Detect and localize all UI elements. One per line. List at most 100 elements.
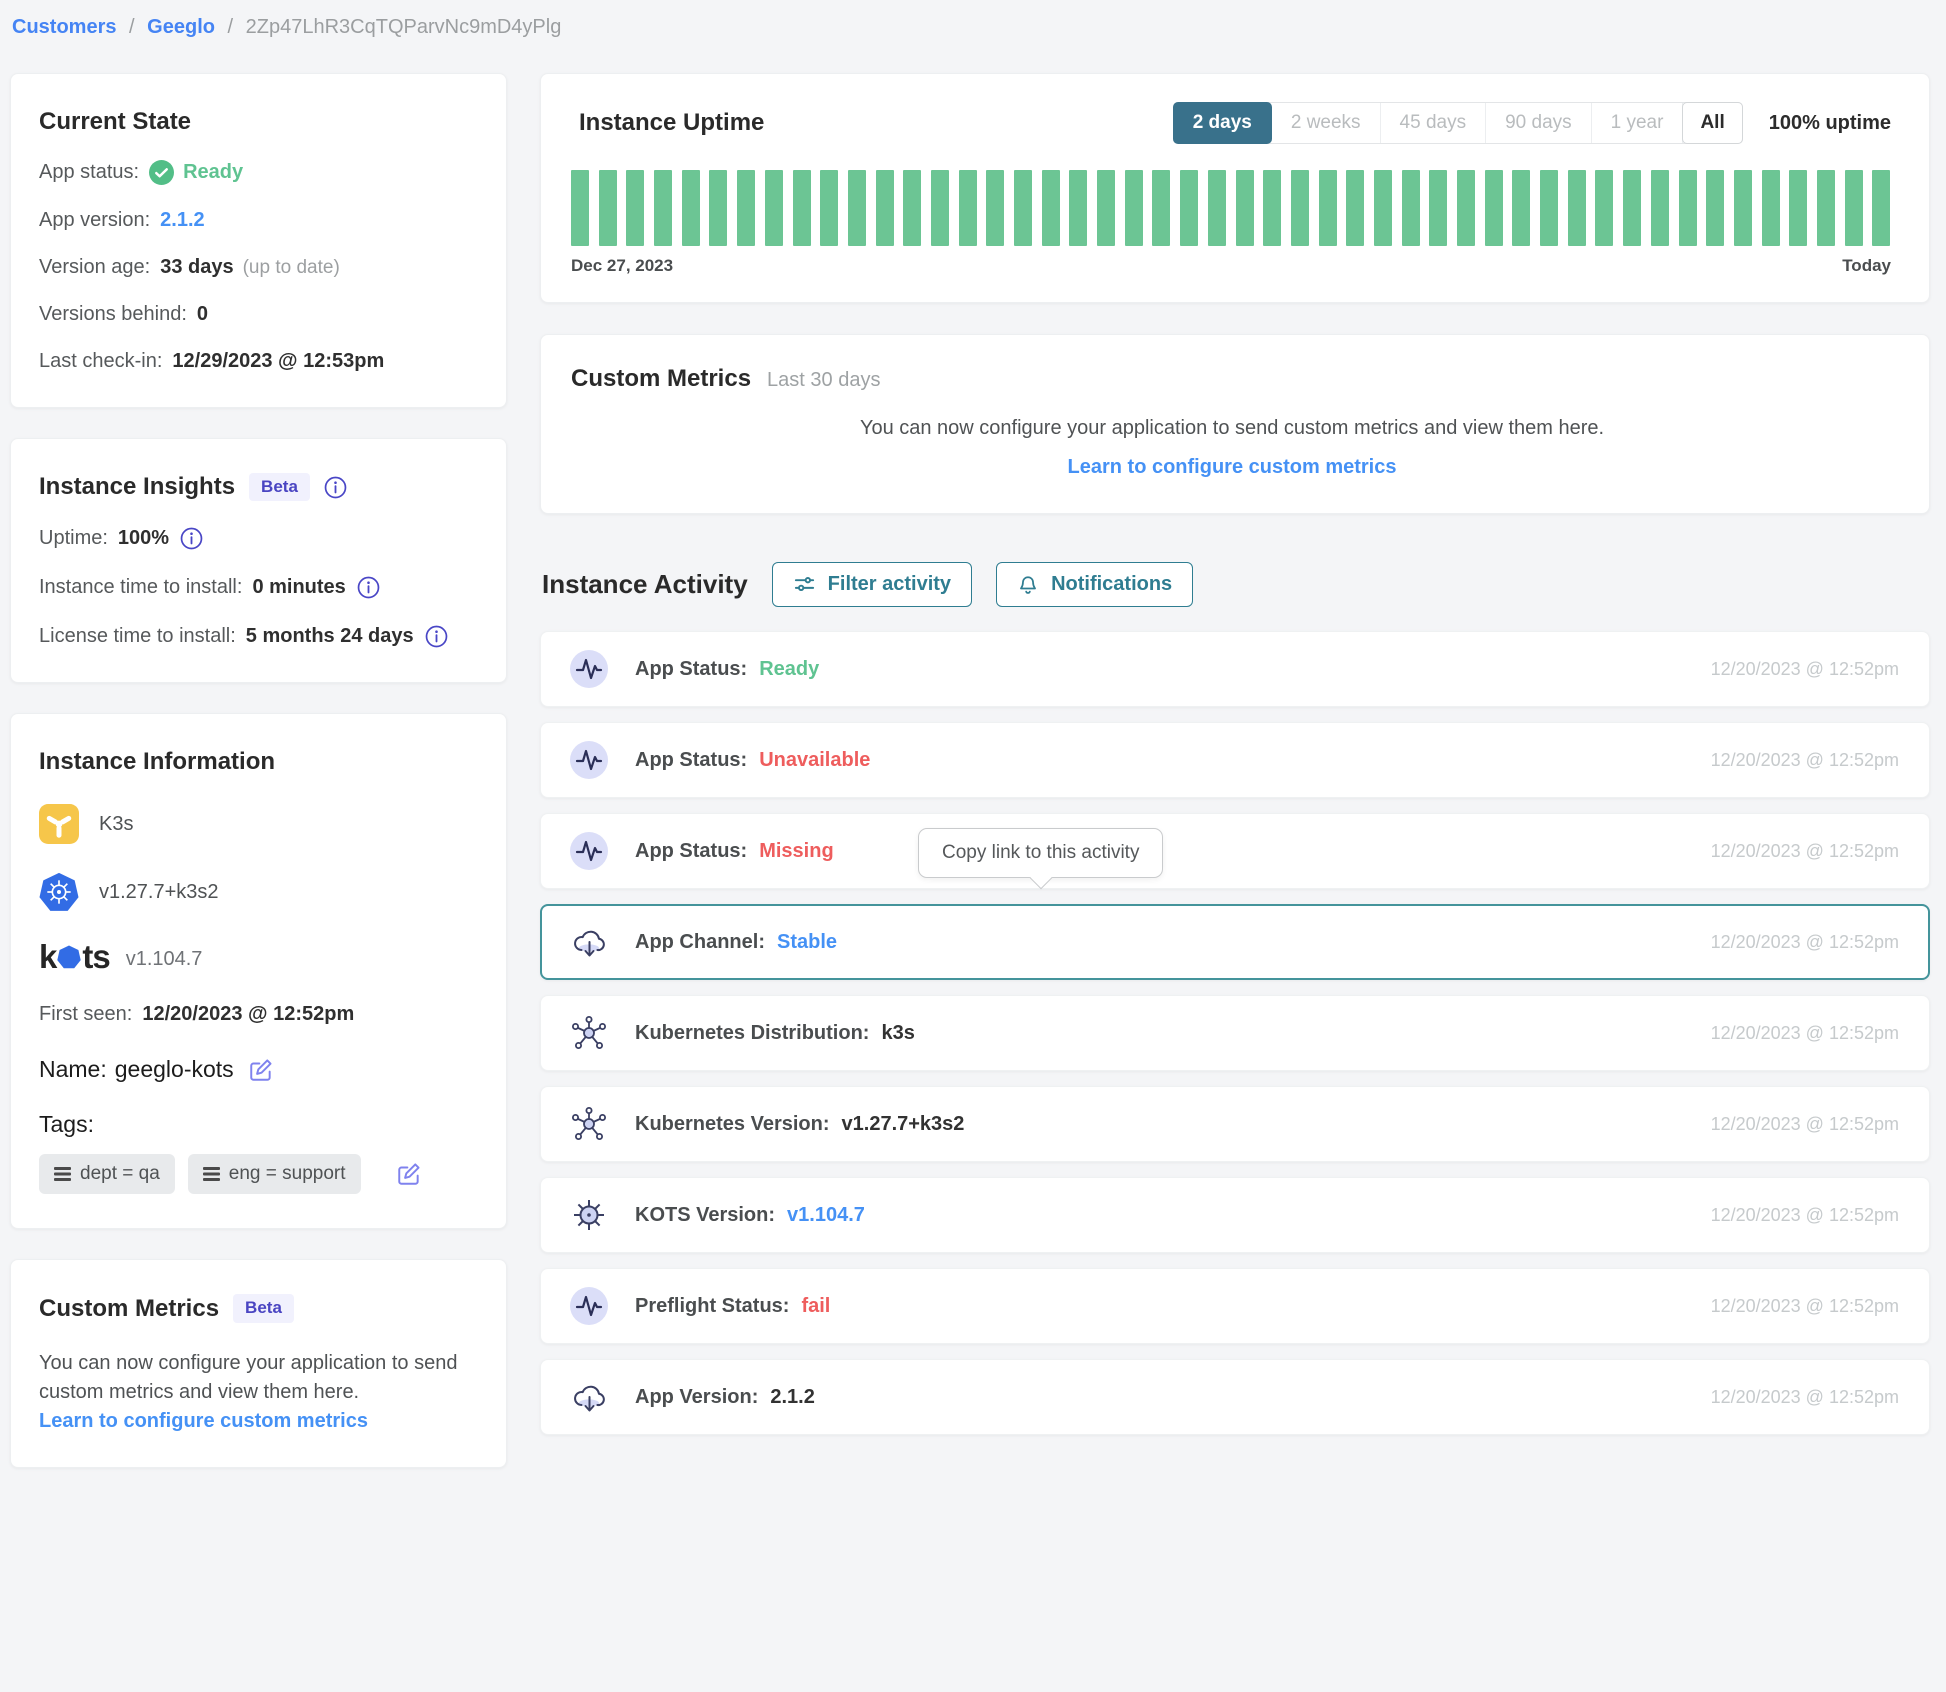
k3s-icon bbox=[39, 804, 79, 844]
uptime-start-date: Dec 27, 2023 bbox=[571, 256, 673, 276]
activity-row-app-status-missing[interactable]: App Status: Missing 12/20/2023 @ 12:52pm bbox=[540, 813, 1930, 889]
app-version-link[interactable]: 2.1.2 bbox=[160, 209, 204, 232]
uptime-insight-row: Uptime: 100% bbox=[39, 527, 478, 550]
uptime-bar bbox=[1263, 170, 1281, 246]
uptime-bar bbox=[1014, 170, 1032, 246]
first-seen-label: First seen: bbox=[39, 1003, 132, 1026]
pulse-icon bbox=[569, 649, 609, 689]
instance-detail-page: Customers / Geeglo / 2Zp47LhR3CqTQParvNc… bbox=[0, 0, 1946, 1468]
uptime-bar bbox=[1402, 170, 1420, 246]
uptime-bar bbox=[626, 170, 644, 246]
edit-tags-icon[interactable] bbox=[396, 1161, 422, 1187]
tag-text: dept = qa bbox=[80, 1163, 160, 1185]
tags-row: dept = qa eng = support bbox=[39, 1154, 478, 1194]
uptime-bar bbox=[1319, 170, 1337, 246]
version-age-note: (up to date) bbox=[243, 257, 340, 279]
configure-metrics-link[interactable]: Learn to configure custom metrics bbox=[571, 456, 1893, 479]
filter-activity-button[interactable]: Filter activity bbox=[772, 562, 972, 607]
uptime-bar bbox=[1651, 170, 1669, 246]
tag-text: eng = support bbox=[229, 1163, 346, 1185]
uptime-bar bbox=[1485, 170, 1503, 246]
activity-row-app-version[interactable]: App Version: 2.1.2 12/20/2023 @ 12:52pm bbox=[540, 1359, 1930, 1435]
breadcrumb-separator: / bbox=[129, 16, 135, 38]
first-seen-value: 12/20/2023 @ 12:52pm bbox=[142, 1003, 354, 1026]
breadcrumb-separator: / bbox=[228, 16, 234, 38]
instance-activity-title: Instance Activity bbox=[542, 569, 748, 600]
license-tti-label: License time to install: bbox=[39, 625, 236, 648]
activity-value: Missing bbox=[759, 840, 833, 863]
uptime-bar bbox=[1872, 170, 1890, 246]
tab-2-days[interactable]: 2 days bbox=[1173, 102, 1272, 144]
uptime-bar bbox=[1346, 170, 1364, 246]
activity-label: KOTS Version: bbox=[635, 1204, 775, 1227]
instance-insights-title: Instance Insights bbox=[39, 473, 235, 501]
notifications-label: Notifications bbox=[1051, 573, 1172, 596]
activity-row-app-status-unavailable[interactable]: App Status: Unavailable 12/20/2023 @ 12:… bbox=[540, 722, 1930, 798]
uptime-bar bbox=[1762, 170, 1780, 246]
uptime-bar bbox=[820, 170, 838, 246]
tags-label: Tags: bbox=[39, 1111, 478, 1138]
uptime-bar bbox=[1152, 170, 1170, 246]
info-icon[interactable] bbox=[324, 476, 347, 499]
info-icon[interactable] bbox=[180, 527, 203, 550]
uptime-bar bbox=[1208, 170, 1226, 246]
uptime-bar bbox=[1845, 170, 1863, 246]
uptime-bar bbox=[571, 170, 589, 246]
current-state-title: Current State bbox=[39, 108, 478, 136]
instance-tti-value: 0 minutes bbox=[252, 576, 345, 599]
pulse-icon bbox=[569, 740, 609, 780]
app-version-label: App version: bbox=[39, 209, 150, 232]
uptime-bar bbox=[1374, 170, 1392, 246]
activity-row-k8s-distribution[interactable]: Kubernetes Distribution: k3s 12/20/2023 … bbox=[540, 995, 1930, 1071]
kots-o-heptagon bbox=[57, 945, 81, 969]
uptime-bar bbox=[1512, 170, 1530, 246]
activity-timestamp: 12/20/2023 @ 12:52pm bbox=[1711, 1296, 1899, 1317]
uptime-label: Uptime: bbox=[39, 527, 108, 550]
activity-timestamp: 12/20/2023 @ 12:52pm bbox=[1711, 1114, 1899, 1135]
app-status-label: App status: bbox=[39, 161, 139, 184]
notifications-button[interactable]: Notifications bbox=[996, 562, 1193, 607]
info-icon[interactable] bbox=[357, 576, 380, 599]
activity-row-kots-version[interactable]: KOTS Version: v1.104.7 12/20/2023 @ 12:5… bbox=[540, 1177, 1930, 1253]
uptime-range-tabs: 2 days 2 weeks 45 days 90 days 1 year Al… bbox=[1173, 102, 1743, 144]
tab-45-days[interactable]: 45 days bbox=[1381, 103, 1487, 143]
uptime-bar bbox=[1679, 170, 1697, 246]
uptime-bar bbox=[654, 170, 672, 246]
left-column: Current State App status: Ready App vers… bbox=[10, 73, 507, 1468]
activity-list: Copy link to this activity App Status: R… bbox=[540, 631, 1930, 1435]
uptime-percentage: 100% uptime bbox=[1769, 112, 1891, 135]
tab-all[interactable]: All bbox=[1682, 102, 1742, 144]
activity-label: App Status: bbox=[635, 749, 747, 772]
activity-timestamp: 12/20/2023 @ 12:52pm bbox=[1711, 1023, 1899, 1044]
activity-label: Kubernetes Version: bbox=[635, 1113, 830, 1136]
uptime-bars bbox=[571, 170, 1891, 246]
uptime-bar bbox=[848, 170, 866, 246]
info-icon[interactable] bbox=[425, 625, 448, 648]
instance-uptime-title: Instance Uptime bbox=[579, 109, 764, 137]
tab-1-year[interactable]: 1 year bbox=[1592, 103, 1684, 143]
activity-label: App Channel: bbox=[635, 931, 765, 954]
uptime-bar bbox=[1789, 170, 1807, 246]
bell-icon bbox=[1017, 574, 1039, 596]
versions-behind-row: Versions behind: 0 bbox=[39, 303, 478, 326]
activity-row-app-status-ready[interactable]: App Status: Ready 12/20/2023 @ 12:52pm bbox=[540, 631, 1930, 707]
uptime-bar bbox=[1429, 170, 1447, 246]
instance-tti-row: Instance time to install: 0 minutes bbox=[39, 576, 478, 599]
uptime-bar bbox=[931, 170, 949, 246]
breadcrumb-customers-link[interactable]: Customers bbox=[12, 16, 116, 38]
edit-name-icon[interactable] bbox=[248, 1057, 274, 1083]
custom-metrics-panel-title: Custom Metrics bbox=[571, 365, 751, 393]
custom-metrics-card: Custom Metrics Beta You can now configur… bbox=[10, 1259, 507, 1468]
activity-row-app-channel[interactable]: App Channel: Stable 12/20/2023 @ 12:52pm bbox=[540, 904, 1930, 980]
activity-row-k8s-version[interactable]: Kubernetes Version: v1.27.7+k3s2 12/20/2… bbox=[540, 1086, 1930, 1162]
activity-label: App Status: bbox=[635, 658, 747, 681]
configure-metrics-link[interactable]: Learn to configure custom metrics bbox=[39, 1410, 368, 1433]
activity-label: Kubernetes Distribution: bbox=[635, 1022, 869, 1045]
tab-90-days[interactable]: 90 days bbox=[1486, 103, 1592, 143]
cloud-download-icon bbox=[569, 1377, 609, 1417]
tab-2-weeks[interactable]: 2 weeks bbox=[1272, 103, 1381, 143]
activity-value: Ready bbox=[759, 658, 819, 681]
uptime-bar bbox=[1734, 170, 1752, 246]
activity-row-preflight-status[interactable]: Preflight Status: fail 12/20/2023 @ 12:5… bbox=[540, 1268, 1930, 1344]
breadcrumb-customer-link[interactable]: Geeglo bbox=[147, 16, 215, 38]
